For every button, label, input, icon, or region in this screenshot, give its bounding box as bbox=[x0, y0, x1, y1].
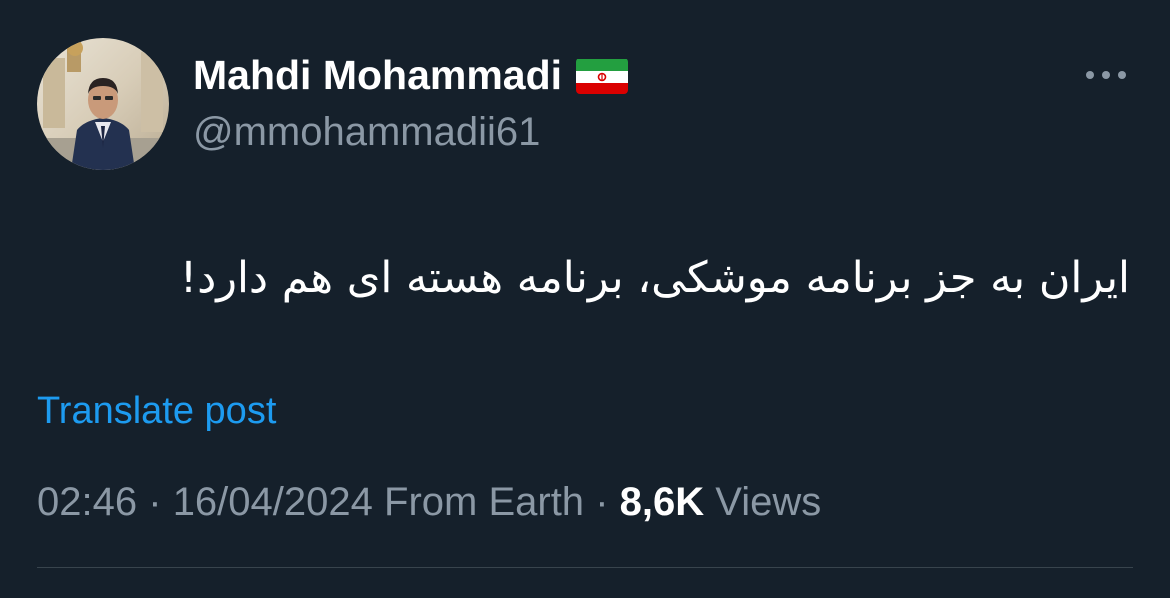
tweet-text: ایران به جز برنامه موشکی، برنامه هسته ای… bbox=[179, 253, 1130, 303]
meta-separator: · bbox=[148, 480, 162, 524]
translate-post-link[interactable]: Translate post bbox=[37, 390, 276, 433]
iran-flag-icon bbox=[576, 58, 629, 94]
author-handle[interactable]: @mmohammadii61 bbox=[193, 110, 540, 155]
author-display-name[interactable]: Mahdi Mohammadi bbox=[193, 52, 562, 99]
avatar[interactable] bbox=[37, 38, 169, 170]
author-name-row[interactable]: Mahdi Mohammadi bbox=[193, 52, 629, 99]
tweet-source: From Earth bbox=[384, 480, 585, 524]
meta-separator: · bbox=[595, 480, 609, 524]
more-options-icon[interactable] bbox=[1082, 62, 1130, 88]
views-count[interactable]: 8,6K bbox=[620, 480, 705, 524]
tweet-date[interactable]: 16/04/2024 bbox=[173, 480, 373, 524]
tweet-meta: 02:46 · 16/04/2024 From Earth · 8,6K Vie… bbox=[37, 480, 821, 525]
tweet-view: Mahdi Mohammadi @mmohammadii61 ایران به … bbox=[0, 0, 1170, 598]
divider bbox=[37, 567, 1133, 568]
avatar-image bbox=[37, 38, 169, 170]
views-label[interactable]: Views bbox=[715, 480, 821, 524]
tweet-time[interactable]: 02:46 bbox=[37, 480, 137, 524]
